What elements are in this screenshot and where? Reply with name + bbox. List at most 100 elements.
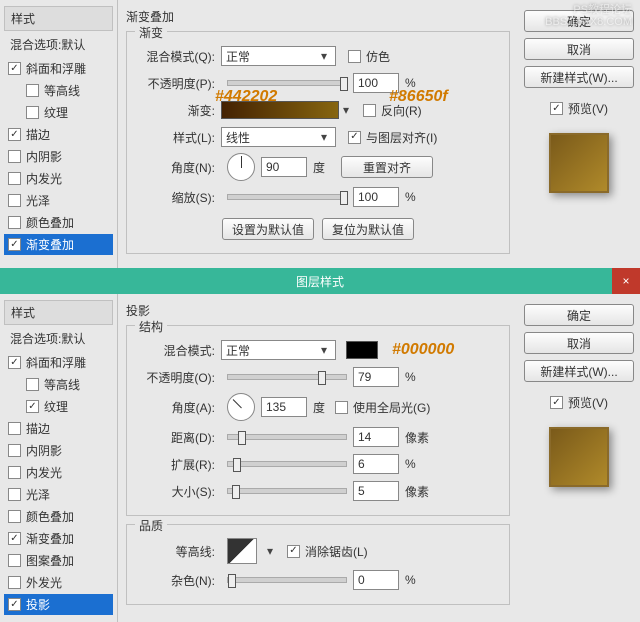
sidebar-item[interactable]: 纹理 xyxy=(4,396,113,417)
distance-slider[interactable] xyxy=(227,434,347,440)
ok-button[interactable]: 确定 xyxy=(524,304,634,326)
style-checkbox[interactable] xyxy=(8,128,21,141)
sidebar-item[interactable]: 颜色叠加 xyxy=(4,506,113,527)
style-checkbox[interactable] xyxy=(8,576,21,589)
new-style-button[interactable]: 新建样式(W)... xyxy=(524,66,634,88)
sidebar-head[interactable]: 样式 xyxy=(4,6,113,31)
antialias-checkbox[interactable] xyxy=(287,545,300,558)
style-checkbox[interactable] xyxy=(8,488,21,501)
align-checkbox[interactable] xyxy=(348,131,361,144)
blend-mode-select[interactable]: 正常▾ xyxy=(221,46,336,66)
cancel-button[interactable]: 取消 xyxy=(524,38,634,60)
preview-checkbox[interactable] xyxy=(550,396,563,409)
sidebar-item[interactable]: 等高线 xyxy=(4,80,113,101)
titlebar: 图层样式 × xyxy=(0,268,640,294)
close-button[interactable]: × xyxy=(612,268,640,294)
sidebar-item[interactable]: 内发光 xyxy=(4,168,113,189)
dither-label: 仿色 xyxy=(366,48,390,65)
distance-input[interactable]: 14 xyxy=(353,427,399,447)
style-checkbox[interactable] xyxy=(8,356,21,369)
reset-align-button[interactable]: 重置对齐 xyxy=(341,156,433,178)
sidebar-item[interactable]: 内发光 xyxy=(4,462,113,483)
shadow-color-chip[interactable] xyxy=(346,341,378,359)
spread-input[interactable]: 6 xyxy=(353,454,399,474)
sidebar-item[interactable]: 外发光 xyxy=(4,572,113,593)
sidebar-item[interactable]: 图案叠加 xyxy=(4,550,113,571)
chevron-down-icon: ▾ xyxy=(317,49,331,63)
style-checkbox[interactable] xyxy=(26,84,39,97)
contour-dropdown-icon[interactable]: ▾ xyxy=(263,544,277,558)
sidebar-blend-options[interactable]: 混合选项:默认 xyxy=(4,327,113,350)
angle-dial[interactable] xyxy=(227,393,255,421)
sidebar-item[interactable]: 渐变叠加 xyxy=(4,234,113,255)
size-slider[interactable] xyxy=(227,488,347,494)
style-checkbox[interactable] xyxy=(8,444,21,457)
gradient-bar[interactable] xyxy=(221,101,339,119)
opacity-input[interactable]: 100 xyxy=(353,73,399,93)
sidebar-item[interactable]: 等高线 xyxy=(4,374,113,395)
opacity-input[interactable]: 79 xyxy=(353,367,399,387)
set-default-button[interactable]: 设置为默认值 xyxy=(222,218,314,240)
sidebar-item[interactable]: 斜面和浮雕 xyxy=(4,58,113,79)
sidebar-item[interactable]: 内阴影 xyxy=(4,440,113,461)
main-panel: 投影 结构 混合模式: 正常▾ #000000 不透明度(O): 79 % xyxy=(118,294,518,622)
sidebar-item[interactable]: 描边 xyxy=(4,124,113,145)
style-checkbox[interactable] xyxy=(26,400,39,413)
global-light-checkbox[interactable] xyxy=(335,401,348,414)
style-checkbox[interactable] xyxy=(8,216,21,229)
scale-input[interactable]: 100 xyxy=(353,187,399,207)
noise-input[interactable]: 0 xyxy=(353,570,399,590)
reverse-checkbox[interactable] xyxy=(363,104,376,117)
sidebar-item[interactable]: 光泽 xyxy=(4,190,113,211)
sidebar-item[interactable]: 渐变叠加 xyxy=(4,528,113,549)
gradient-dropdown-icon[interactable]: ▾ xyxy=(339,103,353,117)
cancel-button[interactable]: 取消 xyxy=(524,332,634,354)
dialog-drop-shadow: 图层样式 × 样式 混合选项:默认 斜面和浮雕等高线纹理描边内阴影内发光光泽颜色… xyxy=(0,268,640,622)
noise-label: 杂色(N): xyxy=(139,572,221,589)
style-select[interactable]: 线性▾ xyxy=(221,127,336,147)
sidebar-item[interactable]: 内阴影 xyxy=(4,146,113,167)
blend-mode-select[interactable]: 正常▾ xyxy=(221,340,336,360)
sidebar-item[interactable]: 投影 xyxy=(4,594,113,615)
sidebar-item[interactable]: 斜面和浮雕 xyxy=(4,352,113,373)
dither-checkbox[interactable] xyxy=(348,50,361,63)
sidebar-blend-options[interactable]: 混合选项:默认 xyxy=(4,33,113,56)
spread-slider[interactable] xyxy=(227,461,347,467)
sidebar-item[interactable]: 光泽 xyxy=(4,484,113,505)
reverse-label: 反向(R) xyxy=(381,102,422,119)
noise-slider[interactable] xyxy=(227,577,347,583)
preview-checkbox[interactable] xyxy=(550,102,563,115)
style-checkbox[interactable] xyxy=(8,422,21,435)
opacity-slider[interactable] xyxy=(227,374,347,380)
sidebar-item[interactable]: 颜色叠加 xyxy=(4,212,113,233)
style-checkbox[interactable] xyxy=(8,194,21,207)
style-checkbox[interactable] xyxy=(8,62,21,75)
angle-dial[interactable] xyxy=(227,153,255,181)
contour-picker[interactable] xyxy=(227,538,257,564)
angle-input[interactable]: 135 xyxy=(261,397,307,417)
style-checkbox[interactable] xyxy=(8,510,21,523)
sidebar-head[interactable]: 样式 xyxy=(4,300,113,325)
pct-unit: % xyxy=(405,76,416,90)
style-checkbox[interactable] xyxy=(26,106,39,119)
reset-default-button[interactable]: 复位为默认值 xyxy=(322,218,414,240)
sidebar-item-label: 描边 xyxy=(26,126,50,143)
style-checkbox[interactable] xyxy=(8,172,21,185)
style-checkbox[interactable] xyxy=(8,554,21,567)
opacity-slider[interactable] xyxy=(227,80,347,86)
preview-swatch xyxy=(549,133,609,193)
style-checkbox[interactable] xyxy=(8,238,21,251)
titlebar-text: 图层样式 xyxy=(296,273,344,290)
style-checkbox[interactable] xyxy=(8,532,21,545)
sidebar-item[interactable]: 描边 xyxy=(4,418,113,439)
sidebar-item-label: 渐变叠加 xyxy=(26,530,74,547)
scale-slider[interactable] xyxy=(227,194,347,200)
style-checkbox[interactable] xyxy=(26,378,39,391)
size-input[interactable]: 5 xyxy=(353,481,399,501)
angle-input[interactable]: 90 xyxy=(261,157,307,177)
sidebar-item[interactable]: 纹理 xyxy=(4,102,113,123)
style-checkbox[interactable] xyxy=(8,150,21,163)
sidebar-item-label: 斜面和浮雕 xyxy=(26,354,86,371)
new-style-button[interactable]: 新建样式(W)... xyxy=(524,360,634,382)
style-checkbox[interactable] xyxy=(8,466,21,479)
